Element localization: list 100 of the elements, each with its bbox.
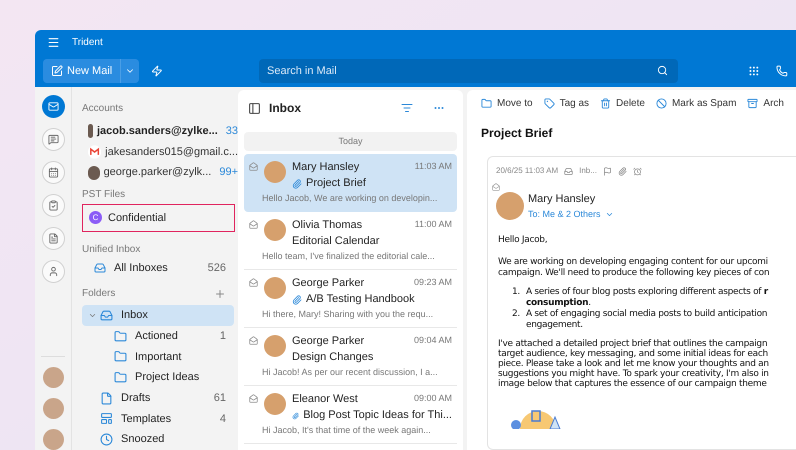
spam-button[interactable]: Mark as Spam: [656, 96, 736, 110]
inbox-icon: [564, 166, 574, 176]
message-preview: Hello Jacob, We are working on developin...: [262, 192, 438, 205]
message-subject: Editorial Calendar: [292, 234, 380, 250]
document-icon: [48, 233, 58, 244]
account-item[interactable]: george.parker@zylk... 99+: [82, 162, 238, 184]
list-number: 2.: [512, 309, 521, 321]
tag-icon: [544, 98, 555, 108]
flag-icon[interactable]: [602, 166, 612, 176]
message-preview: Hi Jacob! As per our recent discussion, I a...: [262, 366, 439, 379]
menu-icon[interactable]: [47, 36, 60, 49]
folder-item[interactable]: Inbox: [82, 305, 234, 326]
calendar-icon: [48, 167, 58, 178]
folder-icon: [481, 98, 492, 108]
folder-icon: [114, 350, 127, 364]
person-icon: [48, 266, 58, 277]
chat-icon: [48, 134, 58, 145]
folder-item[interactable]: Project Ideas: [82, 367, 234, 388]
message-subject: Project Brief: [306, 176, 366, 192]
message-folder: Inb...: [579, 165, 597, 177]
message-time: 11:03 AM: [414, 160, 452, 174]
account-item[interactable]: jakesanders015@gmail.c...: [82, 142, 238, 162]
inbox-icon: [94, 262, 106, 274]
message-preview: Hello team, I've finalized the editorial cale...: [262, 250, 436, 263]
sender-name: Mary Hansley: [292, 160, 360, 175]
greeting: Hello Jacob,: [498, 235, 548, 246]
mail-icon: [48, 101, 58, 112]
folder-label: Inbox: [121, 308, 149, 324]
all-inboxes-item[interactable]: All Inboxes 526: [82, 256, 238, 280]
read-status-icon: [249, 220, 258, 229]
folder-label: Actioned: [135, 328, 179, 344]
contacts-nav-button[interactable]: [42, 260, 64, 283]
read-status-icon: [249, 336, 258, 345]
recipients-link[interactable]: To: Me & 2 Others: [528, 208, 614, 221]
compose-icon: [51, 65, 63, 77]
sender-avatar: [496, 192, 524, 220]
list-item-text: A set of engaging social media posts to build anticipation engagement.: [526, 309, 768, 331]
message-preview: Hi there, Mary! Sharing with you the requ...: [262, 308, 434, 321]
attachment-icon: [292, 294, 302, 304]
search-field[interactable]: Search in Mail: [259, 59, 678, 83]
folder-count: 1: [220, 328, 226, 344]
sender-avatar: [264, 393, 286, 415]
bolt-icon[interactable]: [151, 65, 163, 77]
folder-label: All Inboxes: [114, 261, 169, 276]
panel-toggle-icon[interactable]: [248, 102, 261, 114]
delete-button[interactable]: Delete: [600, 96, 645, 110]
apps-grid-icon[interactable]: [748, 65, 760, 77]
account-avatar: [88, 166, 100, 180]
list-title: Inbox: [269, 100, 302, 117]
sender-name: George Parker: [292, 334, 366, 349]
tag-button[interactable]: Tag as: [544, 96, 590, 110]
read-status-icon: [249, 162, 258, 171]
prohibited-icon: [656, 98, 667, 108]
sender-name: George Parker: [292, 276, 366, 291]
message-time: 09:00 AM: [414, 392, 452, 406]
folder-count: 526: [208, 261, 226, 276]
section-header: Accounts: [82, 102, 124, 116]
body-paragraph: We are working on developing engaging content for our upcomi campaign. We'll need to produce the following key pieces of con: [498, 257, 770, 279]
message-item[interactable]: George Parker 09:23 AM A/B Testing Handbook Hi there, Mary! Sharing with you the requ...: [244, 270, 457, 328]
folder-label: Drafts: [121, 391, 152, 406]
notes-nav-button[interactable]: [42, 227, 64, 250]
folder-label: Snoozed: [121, 432, 166, 448]
search-icon[interactable]: [657, 65, 668, 76]
archive-button[interactable]: Arch: [747, 96, 784, 110]
folder-item[interactable]: Important: [82, 346, 234, 368]
alarm-clock-icon[interactable]: [632, 166, 642, 176]
add-icon[interactable]: [214, 288, 226, 300]
message-time: 09:23 AM: [414, 276, 452, 290]
calendar-nav-button[interactable]: [42, 161, 64, 184]
read-status-icon: [492, 183, 500, 191]
folder-item[interactable]: Templates 4: [82, 408, 234, 430]
file-initial-badge: C: [89, 211, 102, 224]
date-group-header: Today: [244, 132, 457, 151]
folder-item[interactable]: Actioned 1: [82, 326, 234, 347]
folder-item[interactable]: Drafts 61: [82, 388, 234, 409]
message-item[interactable]: Eleanor West 09:00 AM Blog Post Topic Ideas for Thi... Hi Jacob, It's that time of the week again...: [244, 386, 457, 444]
message-item[interactable]: Mary Hansley 11:03 AM Project Brief Hello Jacob, We are working on developin...: [244, 154, 457, 212]
folder-icon: [114, 371, 127, 384]
phone-icon[interactable]: [776, 65, 788, 77]
message-subject: Blog Post Topic Ideas for Thi...: [303, 408, 452, 424]
message-item[interactable]: Olivia Thomas 11:00 AM Editorial Calendar Hello team, I've finalized the editorial cale...: [244, 212, 457, 270]
message-time: 11:00 AM: [414, 218, 452, 232]
section-header: Unified Inbox: [82, 242, 142, 257]
filter-icon[interactable]: [401, 102, 413, 114]
pst-file-item[interactable]: C Confidential: [82, 204, 235, 232]
read-status-icon: [249, 278, 258, 287]
sender-name: Mary Hansley: [528, 192, 596, 207]
unread-count: 99+: [219, 165, 238, 180]
chat-nav-button[interactable]: [42, 128, 64, 151]
attachment-icon[interactable]: [618, 166, 627, 176]
account-item[interactable]: jacob.sanders@zylke... 33: [82, 121, 238, 142]
trash-icon: [600, 98, 612, 108]
snoozed-icon: [100, 433, 113, 446]
sender-avatar: [264, 335, 286, 357]
section-header: Folders: [82, 287, 116, 302]
message-item[interactable]: George Parker 09:04 AM Design Changes Hi Jacob! As per our recent discussion, I a...: [244, 328, 457, 386]
folder-item[interactable]: Snoozed: [82, 429, 234, 450]
tasks-nav-button[interactable]: [42, 194, 64, 217]
move-button[interactable]: Move to: [481, 96, 533, 110]
mail-nav-button[interactable]: [42, 95, 64, 118]
